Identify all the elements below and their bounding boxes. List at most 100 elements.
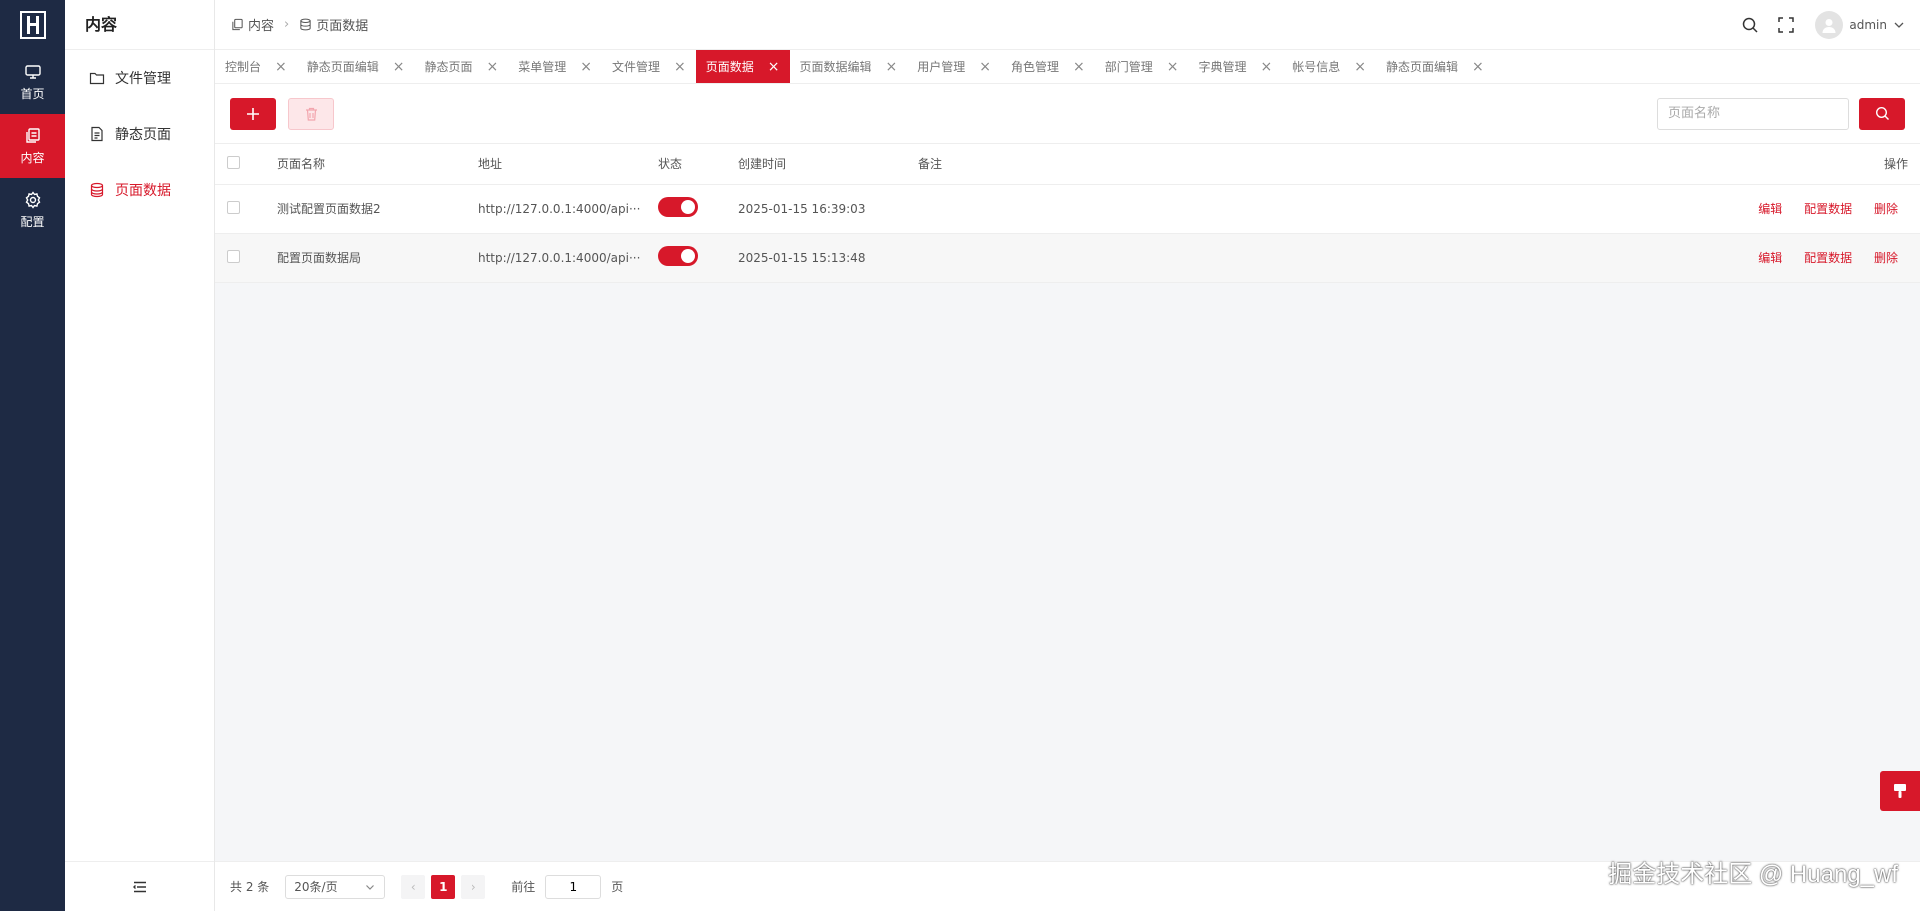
edit-link[interactable]: 编辑 [1758,202,1782,216]
sidebar-item-static-page[interactable]: 静态页面 [65,106,214,162]
cell-address: http://127.0.0.1:4000/api··· [478,184,658,234]
close-icon[interactable]: × [1261,60,1273,74]
prev-page-button[interactable]: ‹ [401,874,426,899]
chevron-left-icon: ‹ [410,879,416,894]
add-button[interactable] [230,97,276,130]
goto-page-input[interactable] [545,874,602,899]
edit-link[interactable]: 编辑 [1758,251,1782,265]
row-checkbox[interactable] [227,200,240,214]
tab-label: 菜单管理 [518,60,567,74]
tab-label: 用户管理 [917,60,966,74]
page-size-select[interactable]: 20条/页 [285,874,386,899]
column-header-created[interactable]: 创建时间 [738,144,918,185]
tab-label: 页面数据 [705,60,754,74]
column-header-remark[interactable]: 备注 [918,144,1680,185]
top-header: 内容 › 页面数据 admin [215,0,1920,50]
folder-icon [89,72,105,85]
config-data-link[interactable]: 配置数据 [1804,202,1852,216]
close-icon[interactable]: × [1167,60,1179,74]
goto-label: 前往 [511,880,536,894]
close-icon[interactable]: × [393,60,405,74]
rail-item-content[interactable]: 内容 [0,114,65,178]
breadcrumb-item: 页面数据 [316,19,369,34]
chevron-down-icon [366,884,375,890]
page-name-search-input[interactable] [1657,97,1849,130]
tab-bar: 控制台 × 静态页面编辑 × 静态页面 × 菜单管理 × 文件管理 × 页面数据 × 页面数… [215,50,1920,84]
cell-name: 测试配置页面数据2 [277,184,478,234]
column-header-status[interactable]: 状态 [658,144,738,185]
sidebar-item-page-data[interactable]: 页面数据 [65,162,214,218]
delete-link[interactable]: 删除 [1874,202,1898,216]
breadcrumb-item[interactable]: 内容 [248,15,274,34]
menu-fold-icon [132,881,146,892]
tab-menu-manage[interactable]: 菜单管理 × [508,50,602,83]
column-header-address[interactable]: 地址 [478,144,658,185]
delete-link[interactable]: 删除 [1874,251,1898,265]
close-icon[interactable]: × [1354,60,1366,74]
tab-file-manage[interactable]: 文件管理 × [602,50,696,83]
tab-label: 页面数据编辑 [799,60,872,74]
close-icon[interactable]: × [886,60,898,74]
app-rail: 首页 内容 配置 [0,0,65,911]
cell-remark [918,184,1680,234]
close-icon[interactable]: × [768,60,780,74]
sidebar-item-label: 静态页面 [115,127,171,143]
close-icon[interactable]: × [979,60,991,74]
status-toggle[interactable] [658,246,698,266]
page-number-current[interactable]: 1 [431,874,456,899]
next-page-button[interactable]: › [461,874,486,899]
breadcrumb: 内容 › 页面数据 [215,15,368,34]
collapse-menu-button[interactable] [65,861,214,911]
sidebar-item-file-manage[interactable]: 文件管理 [65,50,214,106]
app-logo[interactable] [0,0,65,50]
main-content: 页面名称 地址 状态 创建时间 备注 操作 测试配置页面数据2 http://1… [215,84,1920,861]
sidebar-item-label: 页面数据 [115,183,171,199]
tab-static-page-edit[interactable]: 静态页面编辑 × [297,50,415,83]
tab-user-manage[interactable]: 用户管理 × [907,50,1001,83]
tab-dept-manage[interactable]: 部门管理 × [1095,50,1189,83]
tab-label: 静态页面编辑 [1386,60,1459,74]
close-icon[interactable]: × [1073,60,1085,74]
config-data-link[interactable]: 配置数据 [1804,251,1852,265]
header-actions: admin [1723,10,1920,39]
tab-account-info[interactable]: 帐号信息 × [1282,50,1376,83]
fullscreen-icon[interactable] [1777,16,1795,34]
user-menu[interactable]: admin [1815,10,1906,39]
tab-static-page[interactable]: 静态页面 × [415,50,509,83]
page-unit-label: 页 [611,880,624,894]
search-icon[interactable] [1741,16,1759,34]
tab-dict-manage[interactable]: 字典管理 × [1189,50,1283,83]
close-icon[interactable]: × [674,60,686,74]
rail-item-config[interactable]: 配置 [0,178,65,242]
row-checkbox[interactable] [227,249,240,263]
page-size-value: 20条/页 [294,880,338,894]
rail-item-label: 配置 [20,214,45,229]
search-button[interactable] [1859,97,1905,130]
tab-page-data[interactable]: 页面数据 × [695,50,790,83]
avatar [1815,10,1844,39]
tab-role-manage[interactable]: 角色管理 × [1001,50,1095,83]
close-icon[interactable]: × [275,60,287,74]
database-icon [300,18,311,31]
gear-icon [25,190,40,209]
close-icon[interactable]: × [487,60,499,74]
chevron-right-icon: › [284,17,290,32]
column-header-name[interactable]: 页面名称 [277,144,478,185]
status-toggle[interactable] [658,197,698,217]
theme-settings-button[interactable] [1880,771,1920,811]
rail-item-home[interactable]: 首页 [0,50,65,114]
logo-icon [19,11,46,39]
tab-static-page-edit-2[interactable]: 静态页面编辑 × [1376,50,1494,83]
toolbar [215,84,1920,144]
batch-delete-button[interactable] [288,97,334,130]
tab-label: 部门管理 [1104,60,1153,74]
search-area [1657,97,1905,130]
cell-created: 2025-01-15 15:13:48 [738,233,918,283]
close-icon[interactable]: × [580,60,592,74]
tab-page-data-edit[interactable]: 页面数据编辑 × [790,50,908,83]
close-icon[interactable]: × [1472,60,1484,74]
tab-label: 静态页面 [424,60,473,74]
watermark: 掘金技术社区 @ Huang_wf [1608,861,1898,888]
select-all-checkbox[interactable] [227,155,240,169]
tab-dashboard[interactable]: 控制台 × [215,50,297,83]
